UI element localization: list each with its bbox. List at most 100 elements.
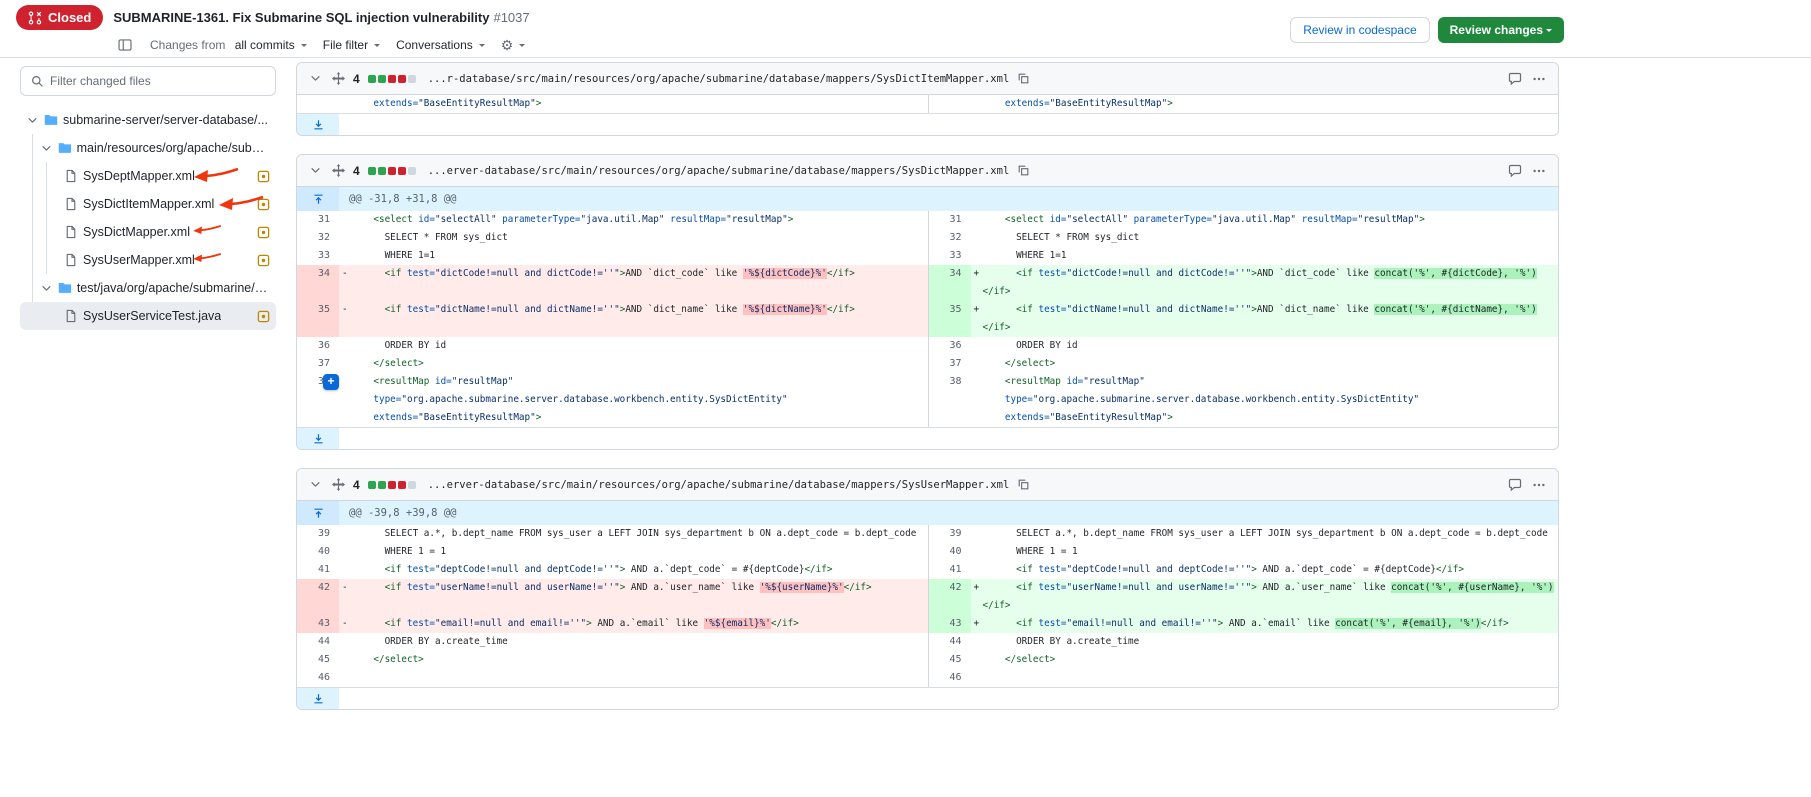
line-number[interactable]: 45 <box>297 651 339 669</box>
copy-path-button[interactable] <box>1015 162 1032 179</box>
line-number[interactable]: 38+ <box>297 373 339 427</box>
diff-row: 35- <if test="dictName!=null and dictNam… <box>297 301 1558 337</box>
line-number[interactable]: 39 <box>297 525 339 543</box>
diff-row: 43- <if test="email!=null and email!=''"… <box>297 615 1558 633</box>
conversations-dropdown[interactable]: Conversations <box>396 38 485 52</box>
filter-changed-files-input[interactable] <box>50 74 265 88</box>
code-line: ORDER BY id <box>971 337 1559 355</box>
line-number[interactable]: 35 <box>929 301 971 337</box>
line-number[interactable]: 31 <box>297 211 339 229</box>
line-number[interactable]: 43 <box>297 615 339 633</box>
expand-hunk-button[interactable] <box>297 501 339 525</box>
review-in-codespace-button[interactable]: Review in codespace <box>1290 17 1429 43</box>
folder-icon <box>58 281 72 295</box>
comment-button[interactable] <box>1506 162 1524 180</box>
code-line: <resultMap id="resultMap" type="org.apac… <box>971 373 1559 427</box>
file-options-button[interactable] <box>1530 162 1548 180</box>
file-header: 4...erver-database/src/main/resources/or… <box>297 155 1558 187</box>
line-number[interactable]: 40 <box>297 543 339 561</box>
chevron-down-icon <box>301 44 307 50</box>
add-line-comment-button[interactable]: + <box>323 374 339 390</box>
copy-path-button[interactable] <box>1015 476 1032 493</box>
expand-diff-button[interactable] <box>297 114 339 135</box>
expand-diff-button[interactable] <box>297 428 339 449</box>
copy-path-button[interactable] <box>1015 70 1032 87</box>
line-number[interactable]: 32 <box>929 229 971 247</box>
diff-side-new: 41 <if test="deptCode!=null and deptCode… <box>928 561 1559 579</box>
comment-button[interactable] <box>1506 70 1524 88</box>
line-number[interactable] <box>297 95 339 113</box>
file-header: 4...r-database/src/main/resources/org/ap… <box>297 63 1558 95</box>
line-number[interactable]: 42 <box>297 579 339 615</box>
drag-handle[interactable] <box>330 162 347 179</box>
file-options-button[interactable] <box>1530 70 1548 88</box>
diff-side-new: 44 ORDER BY a.create_time <box>928 633 1559 651</box>
copy-icon <box>1017 72 1030 85</box>
diffstat-square <box>408 167 416 175</box>
diff-settings-button[interactable]: ⚙ <box>501 38 526 52</box>
drag-handle[interactable] <box>330 70 347 87</box>
line-number[interactable]: 42 <box>929 579 971 615</box>
line-number[interactable]: 31 <box>929 211 971 229</box>
tree-folder-main-resources-org-apache-subm[interactable]: main/resources/org/apache/subm... <box>20 134 276 162</box>
line-number[interactable]: 39 <box>929 525 971 543</box>
line-number[interactable]: 36 <box>297 337 339 355</box>
review-changes-button[interactable]: Review changes <box>1438 17 1564 43</box>
expand-hunk-button[interactable] <box>297 187 339 211</box>
tree-folder-submarine-server-server-database[interactable]: submarine-server/server-database/... <box>20 106 276 134</box>
line-number[interactable]: 44 <box>297 633 339 651</box>
tree-file-sysdictmapper-xml[interactable]: SysDictMapper.xml <box>20 218 276 246</box>
comment-button[interactable] <box>1506 476 1524 494</box>
kebab-menu-icon <box>1532 164 1546 178</box>
tree-file-sysuserservicetest-java[interactable]: SysUserServiceTest.java <box>20 302 276 330</box>
line-number[interactable]: 33 <box>929 247 971 265</box>
line-number[interactable]: 43 <box>929 615 971 633</box>
expander-row <box>297 687 1558 709</box>
tree-item-label: SysUserMapper.xml <box>83 253 195 267</box>
line-number[interactable]: 36 <box>929 337 971 355</box>
file-modified-indicator <box>257 226 270 239</box>
line-number[interactable]: 37 <box>929 355 971 373</box>
line-number[interactable]: 32 <box>297 229 339 247</box>
line-number[interactable]: 46 <box>297 669 339 687</box>
code-line: <select id="selectAll" parameterType="ja… <box>971 211 1559 229</box>
file-filter-dropdown[interactable]: File filter <box>323 38 380 52</box>
expand-up-icon <box>312 507 325 520</box>
filter-changed-files-box[interactable] <box>20 66 276 96</box>
line-number[interactable]: 33 <box>297 247 339 265</box>
line-number[interactable]: 46 <box>929 669 971 687</box>
code-line: extends="BaseEntityResultMap"> <box>339 95 928 113</box>
file-path-link[interactable]: ...r-database/src/main/resources/org/apa… <box>428 73 1010 85</box>
code-line <box>971 669 1559 687</box>
line-number[interactable]: 41 <box>929 561 971 579</box>
line-number[interactable]: 38 <box>929 373 971 427</box>
changes-from-dropdown[interactable]: Changes from all commits <box>150 38 307 52</box>
diff-body: @@ -31,8 +31,8 @@31 <select id="selectAl… <box>297 187 1558 449</box>
diff-side-new: 40 WHERE 1 = 1 <box>928 543 1559 561</box>
collapse-file-button[interactable] <box>307 476 324 493</box>
copy-icon <box>1017 164 1030 177</box>
drag-handle[interactable] <box>330 476 347 493</box>
line-number[interactable]: 34 <box>929 265 971 301</box>
collapse-file-button[interactable] <box>307 162 324 179</box>
file-options-button[interactable] <box>1530 476 1548 494</box>
line-number[interactable]: 35 <box>297 301 339 337</box>
expand-down-icon <box>312 432 325 445</box>
line-number[interactable]: 40 <box>929 543 971 561</box>
collapse-file-button[interactable] <box>307 70 324 87</box>
line-number[interactable]: 41 <box>297 561 339 579</box>
line-number[interactable] <box>929 95 971 113</box>
sidebar-toggle-button[interactable] <box>116 36 134 54</box>
diffstat-square <box>408 481 416 489</box>
line-number[interactable]: 34 <box>297 265 339 301</box>
move-handle-icon <box>332 478 345 491</box>
tree-file-sysusermapper-xml[interactable]: SysUserMapper.xml <box>20 246 276 274</box>
line-number[interactable]: 37 <box>297 355 339 373</box>
line-number[interactable]: 44 <box>929 633 971 651</box>
expand-diff-button[interactable] <box>297 688 339 709</box>
diff-side-old: 42- <if test="userName!=null and userNam… <box>297 579 928 615</box>
file-path-link[interactable]: ...erver-database/src/main/resources/org… <box>428 165 1010 177</box>
line-number[interactable]: 45 <box>929 651 971 669</box>
file-path-link[interactable]: ...erver-database/src/main/resources/org… <box>428 479 1010 491</box>
tree-folder-test-java-org-apache-submarine-s[interactable]: test/java/org/apache/submarine/s... <box>20 274 276 302</box>
